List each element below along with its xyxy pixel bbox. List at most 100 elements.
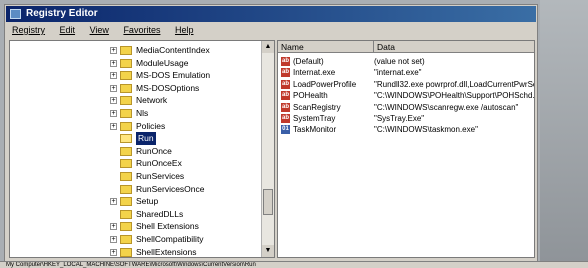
folder-icon: [120, 197, 132, 207]
value-data: "C:\WINDOWS\POHealth\Support\POHSchd.exe…: [374, 91, 535, 101]
value-name: (Default): [293, 57, 324, 66]
value-row[interactable]: ab (Default) (value not set): [278, 56, 534, 67]
folder-icon: [120, 96, 132, 106]
value-row[interactable]: ab ScanRegistry "C:\WINDOWS\scanregw.exe /…: [278, 102, 534, 113]
folder-icon: [120, 184, 132, 194]
value-name: SystemTray: [293, 114, 336, 123]
registry-editor-window: Registry Editor Registry Edit View Favor…: [4, 4, 538, 263]
tree-item-label: SharedDLLs: [136, 208, 184, 219]
tree-item[interactable]: + Setup: [10, 195, 260, 208]
column-header-name[interactable]: Name: [278, 41, 374, 53]
folder-icon: [120, 146, 132, 156]
tree-item-label: MediaContentIndex: [136, 45, 210, 55]
value-row[interactable]: 01 TaskMonitor "C:\WINDOWS\taskmon.exe": [278, 124, 534, 135]
tree-item[interactable]: Run: [10, 132, 260, 146]
folder-icon: [120, 58, 132, 68]
string-value-icon: ab: [281, 79, 290, 89]
value-row[interactable]: ab Internat.exe "internat.exe": [278, 67, 534, 78]
expand-plus-icon[interactable]: +: [110, 47, 117, 54]
tree-item[interactable]: RunServicesOnce: [10, 183, 260, 196]
background-surface: [540, 0, 588, 268]
string-value-icon: ab: [281, 57, 290, 66]
tree-item-label: Run: [136, 132, 156, 146]
tree-item[interactable]: RunServices: [10, 170, 260, 183]
tree-item[interactable]: RunOnceEx: [10, 157, 260, 170]
expand-plus-icon[interactable]: +: [110, 236, 117, 243]
expand-plus-icon[interactable]: +: [110, 198, 117, 206]
value-name: LoadPowerProfile: [293, 79, 357, 89]
folder-icon: [120, 134, 132, 144]
menu-edit[interactable]: Edit: [54, 23, 82, 38]
string-value-icon: ab: [281, 114, 290, 123]
folder-icon: [120, 222, 132, 232]
value-name: TaskMonitor: [293, 125, 337, 135]
menu-view[interactable]: View: [84, 23, 115, 38]
expand-plus-icon[interactable]: +: [110, 84, 117, 92]
tree-item-label: RunOnceEx: [136, 158, 182, 169]
tree-item-label: MS-DOS Emulation: [136, 70, 211, 81]
value-data: "C:\WINDOWS\scanregw.exe /autoscan": [374, 102, 519, 112]
tree-item-label: ModuleUsage: [136, 57, 189, 68]
tree-item[interactable]: SharedDLLs: [10, 208, 260, 221]
folder-icon: [120, 121, 132, 131]
value-row[interactable]: ab POHealth "C:\WINDOWS\POHealth\Support\P…: [278, 90, 534, 101]
menu-help[interactable]: Help: [169, 23, 200, 38]
value-data: "C:\WINDOWS\taskmon.exe": [374, 125, 478, 135]
tree-item-label: Network: [136, 95, 168, 106]
expand-plus-icon[interactable]: +: [110, 110, 117, 117]
folder-icon: [120, 247, 132, 257]
title-bar[interactable]: Registry Editor: [6, 6, 536, 22]
tree-item[interactable]: RunOnce: [10, 145, 260, 158]
tree-item-label: MS-DOSOptions: [136, 82, 200, 93]
menu-favorites[interactable]: Favorites: [117, 23, 166, 38]
value-name: ScanRegistry: [293, 102, 341, 112]
folder-icon: [120, 83, 132, 93]
tree-item[interactable]: + ShellExtensions: [10, 246, 260, 257]
tree-item[interactable]: + ShellCompatibility: [10, 233, 260, 246]
registry-app-icon: [10, 9, 21, 19]
folder-icon: [120, 159, 132, 169]
scroll-up-arrow-icon[interactable]: ▲: [262, 41, 274, 53]
tree-item[interactable]: + MS-DOS Emulation: [10, 69, 260, 82]
string-value-icon: ab: [281, 68, 290, 78]
tree-item-label: RunServices: [136, 171, 185, 181]
tree-item[interactable]: + MS-DOSOptions: [10, 82, 260, 95]
tree-item[interactable]: + Policies: [10, 120, 260, 133]
folder-icon: [120, 109, 132, 118]
tree-scrollbar[interactable]: ▲ ▼: [261, 41, 274, 257]
folder-icon: [120, 172, 132, 181]
tree-item[interactable]: + MediaContentIndex: [10, 44, 260, 57]
registry-values-list[interactable]: Name Data ab (Default) (value not set) ab In…: [277, 40, 535, 258]
value-name: POHealth: [293, 91, 328, 101]
folder-icon: [120, 71, 132, 81]
expand-plus-icon[interactable]: +: [110, 97, 117, 105]
string-value-icon: ab: [281, 91, 290, 101]
scroll-thumb[interactable]: [263, 189, 273, 215]
expand-plus-icon[interactable]: +: [110, 72, 117, 80]
expand-plus-icon[interactable]: +: [110, 248, 117, 256]
tree-item-label: Nls: [136, 108, 149, 118]
expand-plus-icon[interactable]: +: [110, 223, 117, 231]
folder-icon: [120, 235, 132, 244]
menu-registry[interactable]: Registry: [6, 23, 51, 38]
registry-key-tree[interactable]: + MediaContentIndex + ModuleUsage + MS-DOS Em…: [9, 40, 275, 258]
folder-icon: [120, 46, 132, 55]
tree-item-label: ShellExtensions: [136, 246, 197, 257]
value-name: Internat.exe: [293, 68, 336, 78]
string-value-icon: ab: [281, 102, 290, 112]
window-title: Registry Editor: [26, 8, 98, 19]
tree-item[interactable]: + ModuleUsage: [10, 57, 260, 70]
tree-item[interactable]: + Network: [10, 94, 260, 107]
tree-item-label: ShellCompatibility: [136, 234, 204, 244]
scroll-down-arrow-icon[interactable]: ▼: [262, 245, 274, 257]
value-data: (value not set): [374, 57, 425, 66]
expand-plus-icon[interactable]: +: [110, 122, 117, 130]
tree-item[interactable]: + Nls: [10, 107, 260, 120]
tree-item-label: Policies: [136, 120, 166, 131]
value-row[interactable]: ab LoadPowerProfile "Rundll32.exe powrprof…: [278, 79, 534, 90]
tree-item[interactable]: + Shell Extensions: [10, 220, 260, 233]
binary-value-icon: 01: [281, 125, 290, 135]
column-header-data[interactable]: Data: [374, 41, 534, 53]
value-row[interactable]: ab SystemTray "SysTray.Exe": [278, 113, 534, 124]
expand-plus-icon[interactable]: +: [110, 59, 117, 67]
